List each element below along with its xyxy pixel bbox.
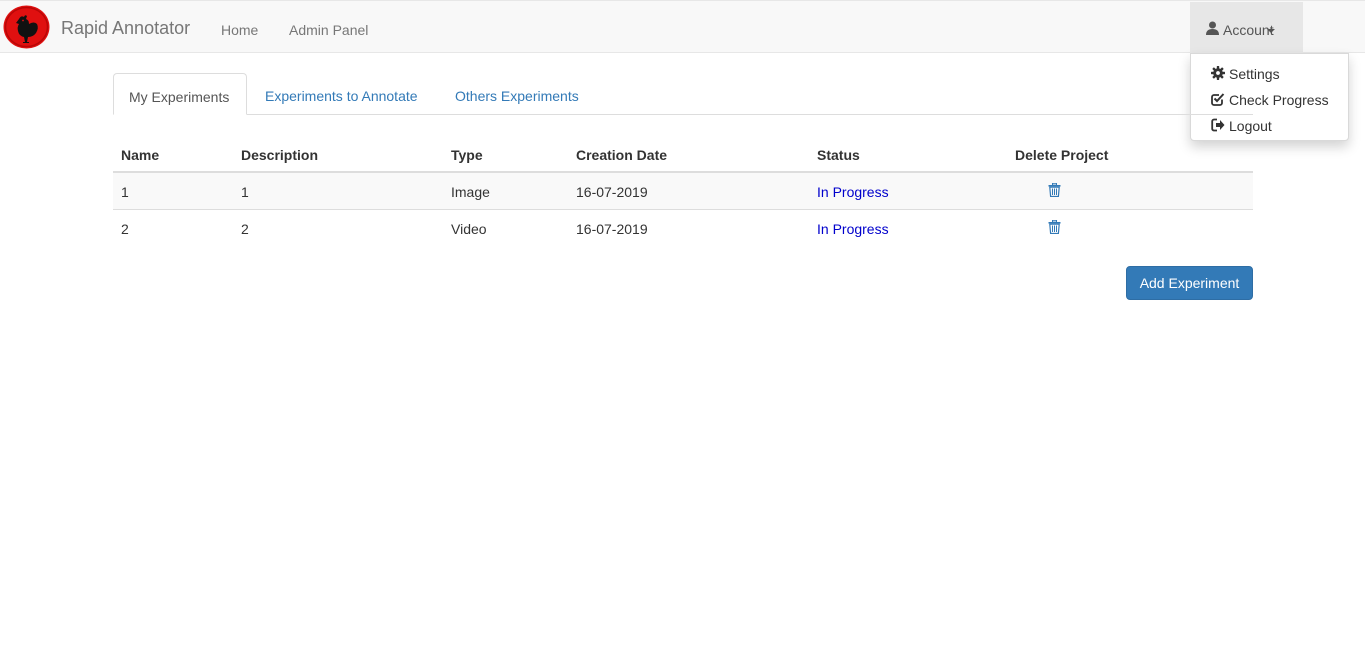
tab-my-experiments[interactable]: My Experiments [113,73,247,115]
header-status: Status [817,147,860,163]
top-navbar: Rapid Annotator Home Admin Panel Account [0,0,1365,53]
cell-type: Video [451,221,487,237]
experiments-tabs: My Experiments Experiments to Annotate O… [113,73,1253,115]
header-delete-project: Delete Project [1015,147,1109,163]
header-name: Name [121,147,160,163]
header-description: Description [241,147,319,163]
status-link[interactable]: In Progress [817,182,889,202]
cell-name: 2 [121,221,129,237]
account-dropdown-toggle[interactable]: Account [1190,2,1303,53]
status-link[interactable]: In Progress [817,219,889,239]
nav-admin-panel-link[interactable]: Admin Panel [289,20,368,40]
cell-creation-date: 16-07-2019 [576,221,648,237]
cell-type: Image [451,184,490,200]
table-row: 1 1 Image 16-07-2019 In Progress [113,173,1253,210]
cell-description: 2 [241,221,249,237]
trash-icon[interactable] [1048,183,1061,197]
menu-item-logout-label: Logout [1229,118,1272,134]
header-type: Type [451,147,483,163]
add-experiment-button[interactable]: Add Experiment [1126,266,1253,300]
logo-icon[interactable] [3,5,50,49]
logout-icon [1211,118,1225,132]
table-row: 2 2 Video 16-07-2019 In Progress [113,210,1253,247]
user-icon [1206,21,1219,35]
tab-experiments-to-annotate[interactable]: Experiments to Annotate [250,73,433,115]
header-creation-date: Creation Date [576,147,668,163]
brand-title[interactable]: Rapid Annotator [61,18,190,38]
nav-home-link[interactable]: Home [221,20,258,40]
tab-others-experiments[interactable]: Others Experiments [440,73,594,115]
cell-creation-date: 16-07-2019 [576,184,648,200]
caret-down-icon [1267,29,1275,33]
trash-icon[interactable] [1048,220,1061,234]
cell-description: 1 [241,184,249,200]
experiments-table: Name Description Type Creation Date Stat… [113,135,1253,247]
cell-name: 1 [121,184,129,200]
table-header-row: Name Description Type Creation Date Stat… [113,135,1253,173]
account-label: Account [1223,22,1274,38]
